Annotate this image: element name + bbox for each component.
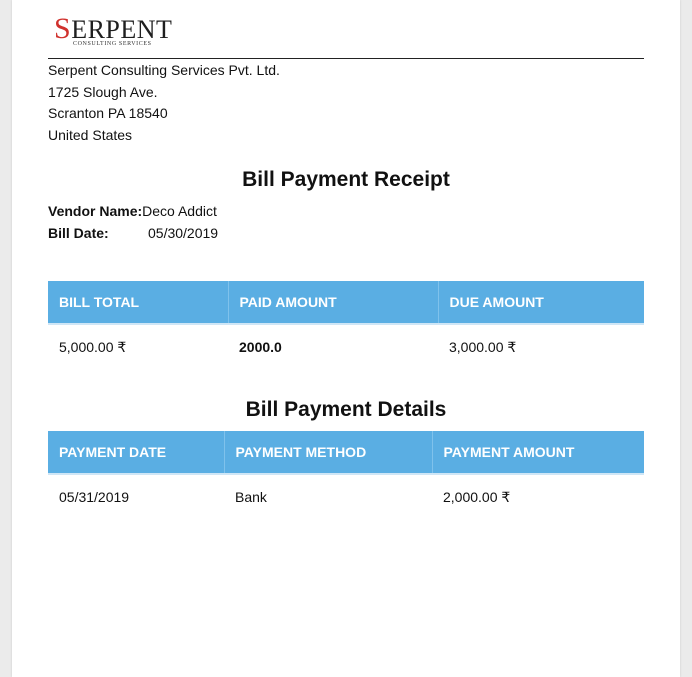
- payment-method-value: Bank: [235, 489, 267, 505]
- table-row: 5,000.00 ₹ 2000.0 3,000.00 ₹: [48, 324, 644, 369]
- payment-details-table: PAYMENT DATE PAYMENT METHOD PAYMENT AMOU…: [48, 431, 644, 519]
- company-street: 1725 Slough Ave.: [48, 83, 158, 100]
- header-divider: [48, 58, 644, 59]
- header-payment-amount: PAYMENT AMOUNT: [432, 431, 644, 475]
- bill-date-line: Bill Date: 05/30/2019: [48, 225, 218, 241]
- payment-amount-value: 2,000.00 ₹: [443, 488, 511, 505]
- header-bill-total: BILL TOTAL: [48, 281, 229, 325]
- company-logo: SERPENT CONSULTING SERVICES: [54, 12, 172, 52]
- report-page: SERPENT CONSULTING SERVICES Serpent Cons…: [12, 0, 680, 677]
- company-address: Serpent Consulting Services Pvt. Ltd. 17…: [48, 60, 280, 146]
- company-name: Serpent Consulting Services Pvt. Ltd.: [48, 62, 280, 78]
- header-payment-method: PAYMENT METHOD: [224, 431, 433, 475]
- bill-total-value: 5,000.00 ₹: [59, 338, 127, 355]
- company-country: United States: [48, 126, 133, 143]
- receipt-title: Bill Payment Receipt: [242, 168, 450, 191]
- table-row: 05/31/2019 Bank 2,000.00 ₹: [48, 474, 644, 519]
- vendor-line: Vendor Name:Deco Addict: [48, 203, 217, 219]
- header-payment-date: PAYMENT DATE: [48, 431, 225, 475]
- bill-summary-table: BILL TOTAL PAID AMOUNT DUE AMOUNT 5,000.…: [48, 281, 644, 369]
- table-header-row: PAYMENT DATE PAYMENT METHOD PAYMENT AMOU…: [48, 431, 644, 475]
- table-header-row: BILL TOTAL PAID AMOUNT DUE AMOUNT: [48, 281, 644, 325]
- header-due-amount: DUE AMOUNT: [438, 281, 644, 325]
- bill-date-label: Bill Date:: [48, 225, 109, 241]
- vendor-value: Deco Addict: [142, 203, 217, 219]
- paid-amount-value: 2000.0: [239, 339, 282, 355]
- header-paid-amount: PAID AMOUNT: [228, 281, 439, 325]
- logo-word-rest: ERPENT: [71, 15, 173, 44]
- vendor-label: Vendor Name:: [48, 203, 143, 219]
- due-amount-value: 3,000.00 ₹: [449, 338, 517, 355]
- payment-date-value: 05/31/2019: [59, 489, 130, 505]
- logo-tagline: CONSULTING SERVICES: [73, 41, 152, 47]
- logo-initial: S: [54, 12, 72, 45]
- company-city: Scranton PA 18540: [48, 105, 168, 121]
- bill-date-value: 05/30/2019: [148, 225, 219, 241]
- details-title: Bill Payment Details: [245, 398, 447, 421]
